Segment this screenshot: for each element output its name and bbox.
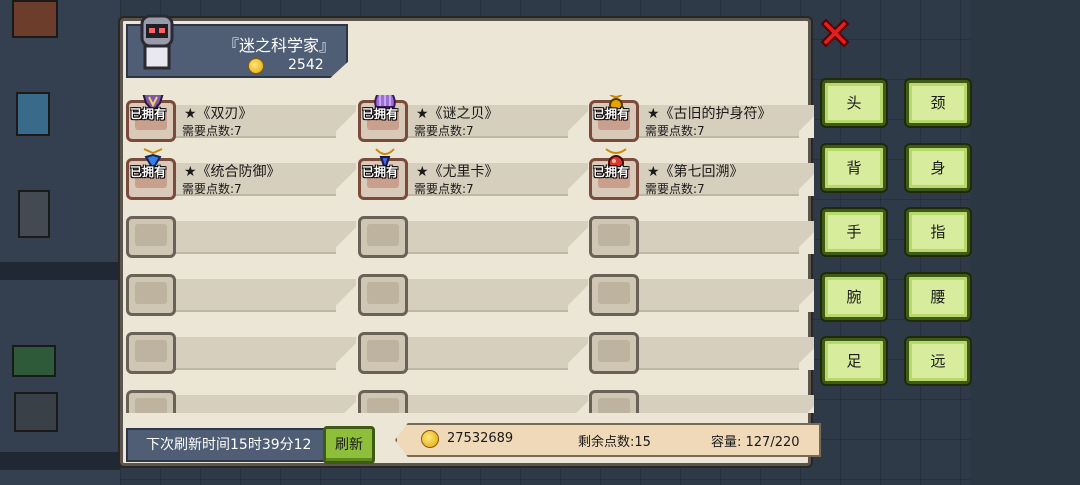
refresh-button[interactable]: 刷新 <box>323 426 375 464</box>
empty-slot <box>589 211 814 261</box>
empty-slot <box>589 269 814 319</box>
item-grid: 已拥有 ★《双刃》 需要点数:7 已拥有 ★《谜之贝》 需要点数:7 已拥有 ★… <box>126 95 814 413</box>
remaining-points: 剩余点数:15 <box>578 435 651 450</box>
item-name: ★《第七回溯》 <box>647 164 744 180</box>
category-body-button[interactable]: 身 <box>906 145 970 191</box>
item-cost: 需要点数:7 <box>182 124 242 138</box>
item-row: 已拥有 ★《双刃》 需要点数:7 已拥有 ★《谜之贝》 需要点数:7 已拥有 ★… <box>126 95 814 145</box>
close-icon[interactable] <box>818 16 852 50</box>
empty-slot <box>126 211 356 261</box>
item-name: ★《谜之贝》 <box>416 106 499 122</box>
item-slot[interactable]: 已拥有 ★《统合防御》 需要点数:7 <box>126 148 356 203</box>
item-cost: 需要点数:7 <box>645 182 705 196</box>
coin-icon <box>421 430 439 448</box>
empty-slot <box>589 385 814 413</box>
empty-slot <box>358 385 588 413</box>
item-name: ★《尤里卡》 <box>416 164 499 180</box>
coin-icon <box>248 58 264 74</box>
item-slot[interactable]: 已拥有 ★《尤里卡》 需要点数:7 <box>358 148 588 203</box>
empty-slot <box>589 327 814 377</box>
background-panel <box>12 345 56 377</box>
item-name: ★《古旧的护身符》 <box>647 106 772 122</box>
capacity: 容量: 127/220 <box>711 435 800 450</box>
background-cabinet <box>12 0 58 38</box>
category-head-button[interactable]: 头 <box>822 80 886 126</box>
owned-tag: 已拥有 <box>362 165 399 179</box>
category-hand-button[interactable]: 手 <box>822 209 886 255</box>
empty-slot <box>358 211 588 261</box>
shop-panel: 『迷之科学家』 2542 已拥有 ★《双刃》 需要点数:7 已拥有 ★《谜之贝》… <box>120 18 821 466</box>
empty-row <box>126 327 814 377</box>
owned-tag: 已拥有 <box>593 107 630 121</box>
category-wrist-button[interactable]: 腕 <box>822 274 886 320</box>
item-slot[interactable]: 已拥有 ★《古旧的护身符》 需要点数:7 <box>589 95 814 145</box>
category-neck-button[interactable]: 颈 <box>906 80 970 126</box>
item-slot[interactable]: 已拥有 ★《谜之贝》 需要点数:7 <box>358 95 588 145</box>
item-cost: 需要点数:7 <box>414 182 474 196</box>
owned-tag: 已拥有 <box>362 107 399 121</box>
empty-slot <box>358 327 588 377</box>
empty-row <box>126 269 814 319</box>
category-waist-button[interactable]: 腰 <box>906 274 970 320</box>
merchant-gold: 2542 <box>288 57 324 73</box>
item-slot[interactable]: 已拥有 ★《双刃》 需要点数:7 <box>126 95 356 145</box>
merchant-avatar <box>140 14 174 70</box>
empty-row <box>126 385 814 413</box>
owned-tag: 已拥有 <box>593 165 630 179</box>
category-finger-button[interactable]: 指 <box>906 209 970 255</box>
background-chair <box>16 92 50 136</box>
empty-slot <box>126 327 356 377</box>
item-name: ★《双刃》 <box>184 106 253 122</box>
item-cost: 需要点数:7 <box>182 182 242 196</box>
background-vase <box>18 190 50 238</box>
background-right-area <box>970 0 1080 485</box>
item-name: ★《统合防御》 <box>184 164 281 180</box>
empty-row <box>126 211 814 261</box>
empty-slot <box>126 269 356 319</box>
category-back-button[interactable]: 背 <box>822 145 886 191</box>
item-slot[interactable]: 已拥有 ★《第七回溯》 需要点数:7 <box>589 148 814 203</box>
merchant-title: 『迷之科学家』 <box>223 36 336 55</box>
refresh-timer: 下次刷新时间15时39分12 <box>126 428 326 462</box>
empty-slot <box>358 269 588 319</box>
category-ranged-button[interactable]: 远 <box>906 338 970 384</box>
category-foot-button[interactable]: 足 <box>822 338 886 384</box>
item-cost: 需要点数:7 <box>414 124 474 138</box>
player-gold: 27532689 <box>447 431 514 446</box>
item-cost: 需要点数:7 <box>645 124 705 138</box>
item-row: 已拥有 ★《统合防御》 需要点数:7 已拥有 ★《尤里卡》 需要点数:7 已拥有… <box>126 148 814 203</box>
owned-tag: 已拥有 <box>130 107 167 121</box>
empty-slot <box>126 385 356 413</box>
background-grate <box>14 392 58 432</box>
owned-tag: 已拥有 <box>130 165 167 179</box>
